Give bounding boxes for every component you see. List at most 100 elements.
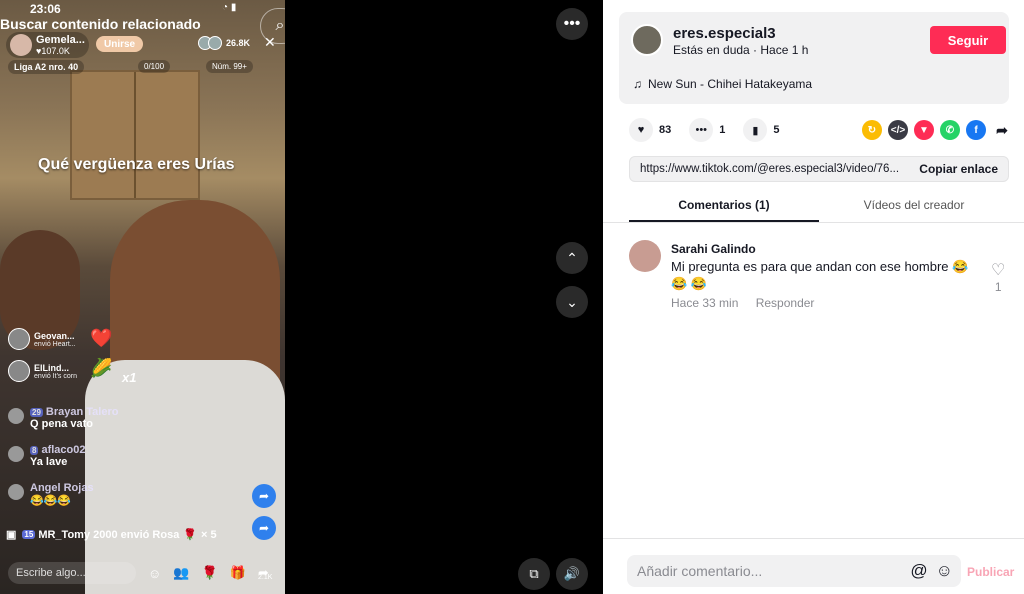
follow-button[interactable]: Seguir [930,26,1006,54]
author-card: eres.especial3 Estás en duda · Hace 1 h … [619,12,1009,104]
volume-icon[interactable]: 🔊 [556,558,588,590]
status-time: 23:06 [30,2,61,16]
follow-label: Seguir [947,32,989,48]
divider [603,222,1024,223]
share-icon[interactable]: ➦ [252,516,276,540]
divider [603,538,1024,539]
tab-creator-videos[interactable]: Vídeos del creador [819,192,1009,222]
comment-action[interactable]: ••• 1 [689,118,725,142]
level-badge: 15 [22,530,36,539]
comment-time: Hace 33 min [671,296,739,310]
host-name: Gemela... [36,33,85,46]
chat-message: 29 Brayan Talero Q pena vato [8,406,118,430]
more-options-icon[interactable]: ••• [556,8,588,40]
chat-text: Ya lave [30,456,68,468]
chat-user: Brayan Talero [45,406,119,418]
close-icon[interactable]: ✕ [264,34,276,51]
picture-in-picture-icon[interactable]: ⧉ [518,558,550,590]
reply-button[interactable]: Responder [756,296,815,310]
commenter-avatar[interactable] [629,240,661,272]
gift-notification: ElLind... envió It's corn [8,360,77,382]
heart-outline-icon: ♡ [991,262,1006,279]
host-info[interactable]: Gemela... ♥107.0K [6,32,89,58]
streamer-shirt [85,360,285,594]
rose-gift-text: MR_Tomy 2000 envió Rosa [38,528,180,541]
host-avatar [10,34,32,56]
author-name[interactable]: eres.especial3 [673,25,776,42]
related-search[interactable]: Buscar contenido relacionado [0,16,201,32]
save-count: 5 [773,124,780,136]
like-action[interactable]: ♥ 83 [629,118,671,142]
live-video[interactable]: 23:06 ◔ ▮ Buscar contenido relacionado ⌕… [0,0,285,594]
embed-icon[interactable]: </> [888,120,908,140]
chat-message: 8 aflaco02 Ya lave [8,444,85,468]
write-placeholder: Escribe algo... [16,567,86,579]
tab-comments[interactable]: Comentarios (1) [629,192,819,222]
video-caption: Qué vergüenza eres Urías [38,156,235,173]
comment-like[interactable]: ♡ 1 [991,260,1005,294]
chat-message: Angel Rojas 😂😂😂 [8,482,94,507]
details-panel: eres.especial3 Estás en duda · Hace 1 h … [603,0,1024,594]
mention-icon[interactable]: @ [910,561,927,581]
join-label: Unirse [104,38,136,50]
copy-link-button[interactable]: Copiar enlace [909,162,1008,176]
facebook-icon[interactable]: f [966,120,986,140]
video-url[interactable]: https://www.tiktok.com/@eres.especial3/v… [630,163,909,175]
share-icon[interactable]: ➦ [252,484,276,508]
music-note-icon: ♫ [633,77,642,91]
heart-gift-icon: ❤️ [90,328,113,348]
host-likes: ♥107.0K [36,45,70,56]
panel-tabs: Comentarios (1) Vídeos del creador [629,192,1019,222]
corn-gift-icon: 🌽 [90,358,113,378]
comment-icon: ••• [689,118,714,142]
publish-button[interactable]: Publicar [967,565,1014,579]
live-bottom-bar: Escribe algo... ☺ 👥 🌹 🎁 ➦ [0,560,285,586]
gift-icon[interactable]: 🎁 [230,565,246,581]
league-label: Liga A2 nro. 40 [14,62,79,72]
chat-avatar [8,446,24,462]
music-title: New Sun - Chihei Hatakeyama [648,77,813,91]
viewer-count-label: 26.8K [226,38,251,48]
level-badge: 8 [30,446,39,455]
comment-like-count: 1 [994,280,1002,294]
viewer-count[interactable]: 26.8K [198,36,250,50]
author-avatar[interactable] [631,24,663,56]
rose-icon: 🌹 [183,529,198,541]
people-icon[interactable]: 👥 [173,565,189,581]
gift-avatar [8,328,30,350]
share-arrow-icon[interactable]: ➦ [992,120,1012,140]
heart-icon: ♥ [629,118,653,142]
chat-avatar [8,484,24,500]
music-link[interactable]: ♫ New Sun - Chihei Hatakeyama [633,77,812,91]
whatsapp-icon[interactable]: ✆ [940,120,960,140]
comment-input[interactable]: Añadir comentario... @ ☺ [627,555,961,587]
video-link-box: https://www.tiktok.com/@eres.especial3/v… [629,156,1009,182]
emoji-icon[interactable]: ☺ [936,561,953,581]
rose-gift-notification: ▣ 15 MR_Tomy 2000 envió Rosa 🌹 × 5 [6,528,217,542]
like-count: 83 [659,124,672,136]
chevron-up-icon[interactable]: ⌃ [556,242,588,274]
gift-box-icon: ▣ [6,529,17,541]
gift-text: envió It's corn [34,372,77,380]
live-comment-input[interactable]: Escribe algo... [8,562,136,584]
actions-bar: ♥ 83 ••• 1 ▮ 5 [629,118,798,142]
save-action[interactable]: ▮ 5 [743,118,780,142]
gift-notification: Geovan... envió Heart... [8,328,76,350]
repost-icon[interactable]: ↻ [862,120,882,140]
bookmark-icon: ▮ [743,118,768,142]
rose-icon[interactable]: 🌹 [201,565,217,581]
join-button[interactable]: Unirse [96,36,144,52]
emoji-icon[interactable]: ☺ [148,566,161,581]
commenter-name[interactable]: Sarahi Galindo [671,242,756,256]
comment-text: Mi pregunta es para que andan con ese ho… [671,259,969,291]
viewer-avatar [208,36,222,50]
gift-multiplier: x1 [122,370,137,385]
chevron-down-icon[interactable]: ⌄ [556,286,588,318]
background-cabinet [70,70,200,200]
send-icon[interactable]: ▼ [914,120,934,140]
chat-user: aflaco02 [41,444,86,456]
league-badge[interactable]: Liga A2 nro. 40 [8,60,85,74]
status-icons: ◔ ▮ [222,2,237,13]
rank-badge[interactable]: Núm. 99+ [206,60,253,73]
comment-meta: Hace 33 min Responder [671,296,814,310]
